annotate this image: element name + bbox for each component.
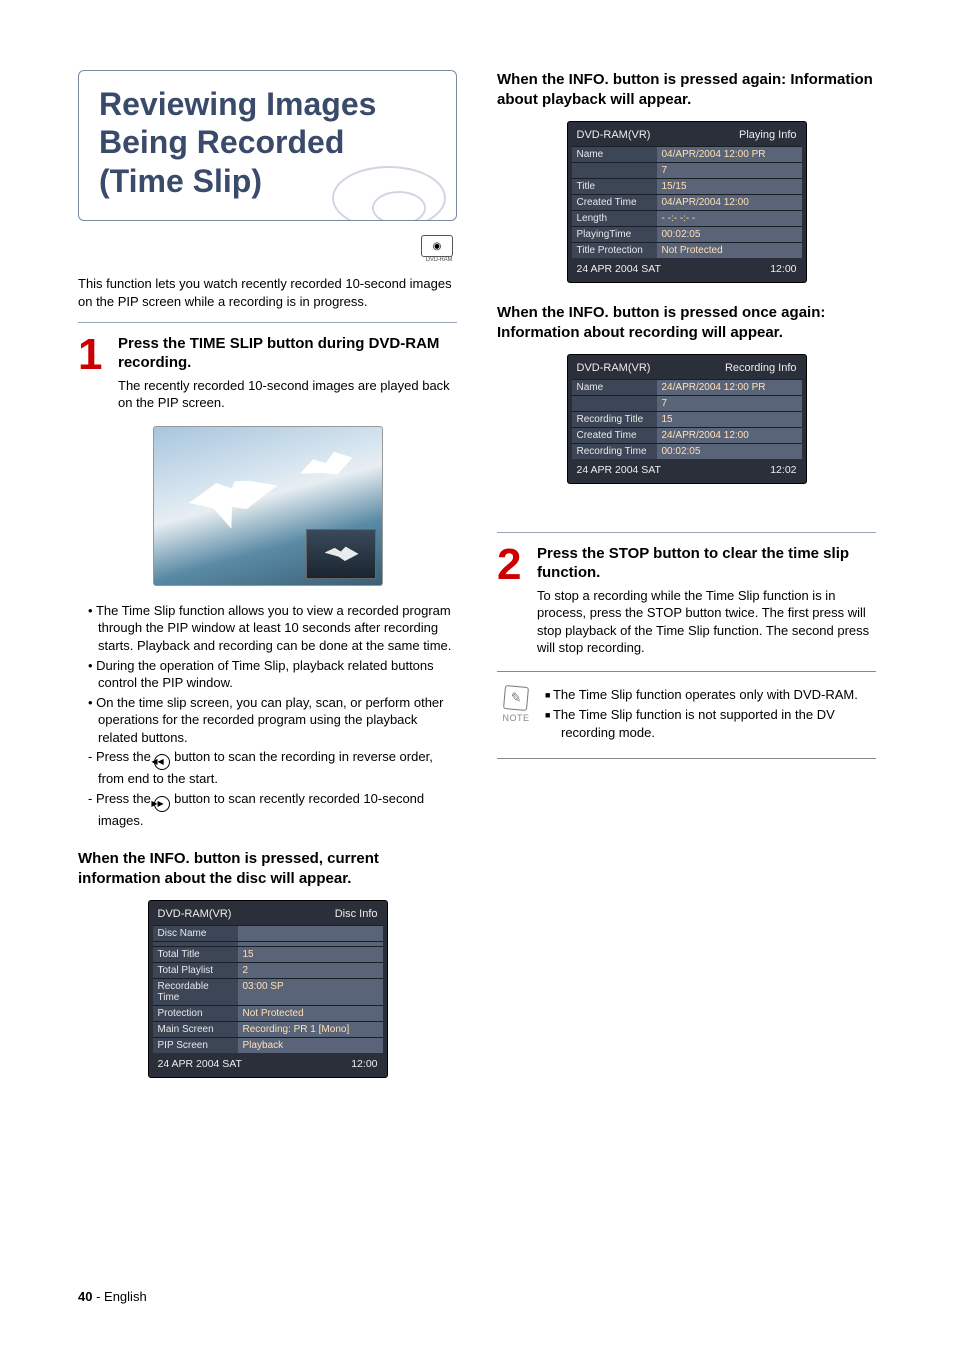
note-block: ✎ NOTE The Time Slip function operates o… bbox=[497, 686, 876, 745]
panel-head-left: DVD-RAM(VR) bbox=[577, 362, 651, 374]
intro-text: This function lets you watch recently re… bbox=[78, 275, 457, 310]
divider bbox=[497, 671, 876, 672]
note-item: The Time Slip function operates only wit… bbox=[545, 686, 876, 704]
dvd-ram-label: DVD-RAM bbox=[421, 257, 457, 263]
note-item: The Time Slip function is not supported … bbox=[545, 706, 876, 741]
step-2: 2 Press the STOP button to clear the tim… bbox=[497, 545, 876, 657]
bullet-sub-item: Press the ◀◀ button to scan the recordin… bbox=[88, 748, 457, 788]
forward-scan-icon: ▶▶ bbox=[154, 796, 170, 812]
page-title: Reviewing Images Being Recorded (Time Sl… bbox=[99, 85, 436, 200]
pip-inset bbox=[306, 529, 376, 579]
pip-sample-image bbox=[153, 426, 383, 586]
heading-play-info: When the INFO. button is pressed again: … bbox=[497, 70, 876, 109]
panel-head-left: DVD-RAM(VR) bbox=[158, 908, 232, 920]
note-icon: ✎ bbox=[503, 685, 529, 711]
page-number: 40 bbox=[78, 1289, 92, 1304]
heading-disc-info: When the INFO. button is pressed, curren… bbox=[78, 849, 457, 888]
heading-rec-info: When the INFO. button is pressed once ag… bbox=[497, 303, 876, 342]
divider bbox=[497, 532, 876, 533]
bird-graphic bbox=[295, 442, 357, 490]
disc-icon: ◉ bbox=[421, 235, 453, 257]
step-number: 2 bbox=[497, 545, 527, 657]
step-desc: The recently recorded 10-second images a… bbox=[118, 377, 457, 412]
bullet-item: During the operation of Time Slip, playb… bbox=[88, 657, 457, 692]
bullets-list: The Time Slip function allows you to vie… bbox=[78, 602, 457, 829]
panel-foot-time: 12:00 bbox=[351, 1058, 377, 1070]
bullet-item: On the time slip screen, you can play, s… bbox=[88, 694, 457, 747]
step-desc: To stop a recording while the Time Slip … bbox=[537, 587, 876, 657]
divider bbox=[497, 758, 876, 759]
playing-info-panel: DVD-RAM(VR) Playing Info Name04/APR/2004… bbox=[567, 121, 807, 283]
step-title: Press the TIME SLIP button during DVD-RA… bbox=[118, 335, 457, 373]
step-title: Press the STOP button to clear the time … bbox=[537, 545, 876, 583]
panel-head-left: DVD-RAM(VR) bbox=[577, 129, 651, 141]
note-list: The Time Slip function operates only wit… bbox=[545, 686, 876, 745]
page-footer: 40 - English bbox=[78, 1289, 147, 1304]
bullet-item: The Time Slip function allows you to vie… bbox=[88, 602, 457, 655]
panel-foot-time: 12:00 bbox=[770, 263, 796, 275]
bird-graphic bbox=[182, 456, 284, 537]
recording-info-panel: DVD-RAM(VR) Recording Info Name24/APR/20… bbox=[567, 354, 807, 484]
disc-info-panel: DVD-RAM(VR) Disc Info Disc Name Total Ti… bbox=[148, 900, 388, 1078]
panel-foot-time: 12:02 bbox=[770, 464, 796, 476]
rewind-scan-icon: ◀◀ bbox=[154, 754, 170, 770]
panel-foot-date: 24 APR 2004 SAT bbox=[577, 263, 661, 275]
page-language: English bbox=[104, 1289, 147, 1304]
step-number: 1 bbox=[78, 335, 108, 412]
step-1: 1 Press the TIME SLIP button during DVD-… bbox=[78, 335, 457, 412]
divider bbox=[78, 322, 457, 323]
panel-foot-date: 24 APR 2004 SAT bbox=[158, 1058, 242, 1070]
title-block: Reviewing Images Being Recorded (Time Sl… bbox=[78, 70, 457, 221]
note-label: NOTE bbox=[497, 712, 535, 724]
panel-head-right: Playing Info bbox=[739, 129, 796, 141]
panel-head-right: Disc Info bbox=[335, 908, 378, 920]
panel-foot-date: 24 APR 2004 SAT bbox=[577, 464, 661, 476]
bullet-sub-item: Press the ▶▶ button to scan recently rec… bbox=[88, 790, 457, 830]
panel-head-right: Recording Info bbox=[725, 362, 797, 374]
dvd-ram-badge: ◉ DVD-RAM bbox=[421, 235, 457, 271]
